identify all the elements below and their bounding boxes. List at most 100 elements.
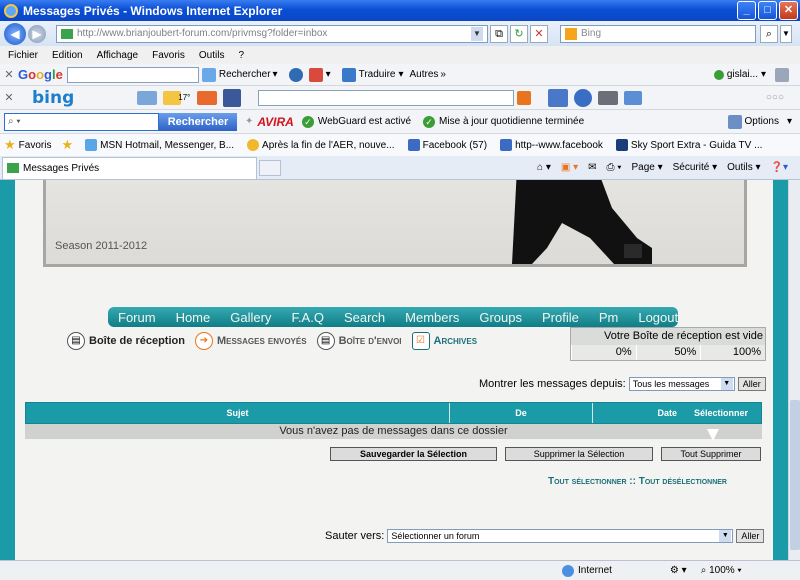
save-selection-button[interactable]: Sauvegarder la Sélection xyxy=(330,447,497,461)
avira-search-input[interactable]: ⌕ ▾ xyxy=(4,112,159,131)
forward-button[interactable]: ▶ xyxy=(28,24,46,43)
deselect-all-link[interactable]: Tout désélectionner xyxy=(639,476,727,487)
search-icon[interactable]: ⌕ xyxy=(760,24,778,43)
inbox-icon: ▤ xyxy=(67,332,85,350)
add-favorite-icon[interactable]: ★ xyxy=(61,137,76,153)
url-field[interactable]: http://www.brianjoubert-forum.com/privms… xyxy=(56,24,488,43)
col-date[interactable]: Date xyxy=(593,403,681,423)
tab-outbox[interactable]: ▤ Boîte d'envoi xyxy=(316,332,402,350)
menu-fichier[interactable]: Fichier xyxy=(8,50,38,61)
feeds-icon[interactable]: ▣ ▾ xyxy=(561,162,578,173)
back-button[interactable]: ◀ xyxy=(4,22,26,45)
avira-logo: AVIRA xyxy=(257,114,294,129)
protected-mode-icon[interactable]: ⚙ ▾ xyxy=(670,565,687,576)
tab-inbox[interactable]: ▤ Boîte de réception xyxy=(67,332,185,350)
menu-edition[interactable]: Edition xyxy=(52,50,83,61)
tools-menu[interactable]: Outils ▾ xyxy=(727,162,760,173)
new-tab-button[interactable] xyxy=(259,159,281,176)
news-icon[interactable] xyxy=(197,90,218,105)
more-button[interactable]: Autres xyxy=(410,69,439,80)
film-icon[interactable] xyxy=(598,90,619,105)
webguard-status[interactable]: WebGuard est activé xyxy=(318,116,411,127)
mail-icon[interactable] xyxy=(308,67,323,82)
favorite-item[interactable]: http--www.facebook xyxy=(497,139,603,151)
favorite-item[interactable]: Facebook (57) xyxy=(405,139,487,151)
mail-icon[interactable]: ✉ xyxy=(588,162,596,173)
filter-go-button[interactable]: Aller xyxy=(737,377,766,391)
url-dropdown-icon[interactable]: ▼ xyxy=(471,26,483,41)
bing-logo: bing xyxy=(32,87,75,108)
tab-sent[interactable]: ➔ Messages envoyés xyxy=(194,332,307,350)
bing-toolbar-search-input[interactable] xyxy=(258,89,515,106)
car-icon[interactable] xyxy=(137,90,158,105)
like-icon[interactable] xyxy=(548,88,569,107)
favorite-item[interactable]: Après la fin de l'AER, nouve... xyxy=(244,139,395,151)
zone-indicator[interactable]: Internet xyxy=(562,564,612,577)
satellite-icon[interactable] xyxy=(624,90,643,105)
update-status[interactable]: Mise à jour quotidienne terminée xyxy=(439,116,584,127)
bing-search-icon[interactable] xyxy=(517,90,532,105)
google-logo: Google xyxy=(18,67,63,82)
favorite-item[interactable]: MSN Hotmail, Messenger, B... xyxy=(82,139,234,151)
nav-search[interactable]: Search xyxy=(344,310,385,325)
menu-affichage[interactable]: Affichage xyxy=(97,50,139,61)
close-toolbar-icon[interactable]: ✕ xyxy=(0,68,18,81)
page-menu[interactable]: Page ▾ xyxy=(631,162,662,173)
nav-pm[interactable]: Pm xyxy=(599,310,619,325)
google-search-input[interactable] xyxy=(66,66,199,83)
options-button[interactable]: Options xyxy=(745,116,779,127)
help-icon[interactable]: ❓▾ xyxy=(771,162,788,173)
search-options-icon[interactable]: ▼ xyxy=(780,24,792,43)
play-icon[interactable] xyxy=(574,88,593,107)
col-subject[interactable]: Sujet xyxy=(26,403,450,423)
security-menu[interactable]: Sécurité ▾ xyxy=(673,162,718,173)
nav-home[interactable]: Home xyxy=(176,310,211,325)
nav-profile[interactable]: Profile xyxy=(542,310,579,325)
avira-search-button[interactable]: Rechercher xyxy=(159,112,237,131)
tab-messages-prives[interactable]: Messages Privés xyxy=(2,156,257,179)
chevron-down-icon: ▼ xyxy=(720,378,733,390)
tab-archives[interactable]: ☑ Archives xyxy=(411,332,477,350)
select-all-link[interactable]: Tout sélectionner xyxy=(548,476,627,487)
nav-faq[interactable]: F.A.Q xyxy=(291,310,324,325)
star-icon: ★ xyxy=(4,137,16,152)
menu-favoris[interactable]: Favoris xyxy=(152,50,185,61)
google-user[interactable]: gislai... xyxy=(727,69,758,80)
zoom-control[interactable]: ⌕ 100% ▾ xyxy=(701,565,742,576)
translate-button[interactable]: Traduire xyxy=(359,69,396,80)
nav-forum[interactable]: Forum xyxy=(118,310,156,325)
print-icon[interactable]: ⎙ ▾ xyxy=(606,162,621,173)
stop-icon[interactable]: ✕ xyxy=(530,24,548,43)
more-dots-icon[interactable]: ○○○ xyxy=(766,92,800,103)
google-search-button[interactable]: Rechercher xyxy=(219,69,271,80)
globe-icon[interactable] xyxy=(288,67,303,82)
close-window-button[interactable]: ✕ xyxy=(779,1,798,20)
minimize-button[interactable]: _ xyxy=(737,1,756,20)
scrollbar-thumb[interactable] xyxy=(790,400,800,550)
vertical-scrollbar[interactable] xyxy=(788,180,800,560)
delete-all-button[interactable]: Tout Supprimer xyxy=(661,447,761,461)
facebook-icon[interactable] xyxy=(223,88,242,107)
menu-outils[interactable]: Outils xyxy=(199,50,225,61)
nav-members[interactable]: Members xyxy=(405,310,459,325)
wrench-icon[interactable] xyxy=(775,67,789,82)
favorites-button[interactable]: ★ Favoris xyxy=(4,137,51,153)
favorite-item[interactable]: Sky Sport Extra - Guida TV ... xyxy=(613,139,762,151)
delete-selection-button[interactable]: Supprimer la Sélection xyxy=(505,447,653,461)
filter-select[interactable]: Tous les messages ▼ xyxy=(628,377,735,391)
nav-gallery[interactable]: Gallery xyxy=(230,310,271,325)
jump-go-button[interactable]: Aller xyxy=(736,529,765,543)
nav-logout[interactable]: Logout xyxy=(638,310,678,325)
bing-search-input[interactable]: Bing xyxy=(560,24,756,43)
close-toolbar-icon[interactable]: ✕ xyxy=(0,91,18,104)
user-status-icon xyxy=(713,69,724,80)
jump-select[interactable]: Sélectionner un forum ▼ xyxy=(387,529,734,543)
menu-help[interactable]: ? xyxy=(238,50,244,61)
maximize-button[interactable]: □ xyxy=(758,1,777,20)
nav-groups[interactable]: Groups xyxy=(479,310,522,325)
compat-view-icon[interactable]: ⧉ xyxy=(490,24,508,43)
inbox-quota: Votre Boîte de réception est vide 0% 50%… xyxy=(570,327,766,361)
col-from[interactable]: De xyxy=(450,403,593,423)
home-icon[interactable]: ⌂ ▾ xyxy=(537,162,551,173)
refresh-icon[interactable]: ↻ xyxy=(510,24,528,43)
